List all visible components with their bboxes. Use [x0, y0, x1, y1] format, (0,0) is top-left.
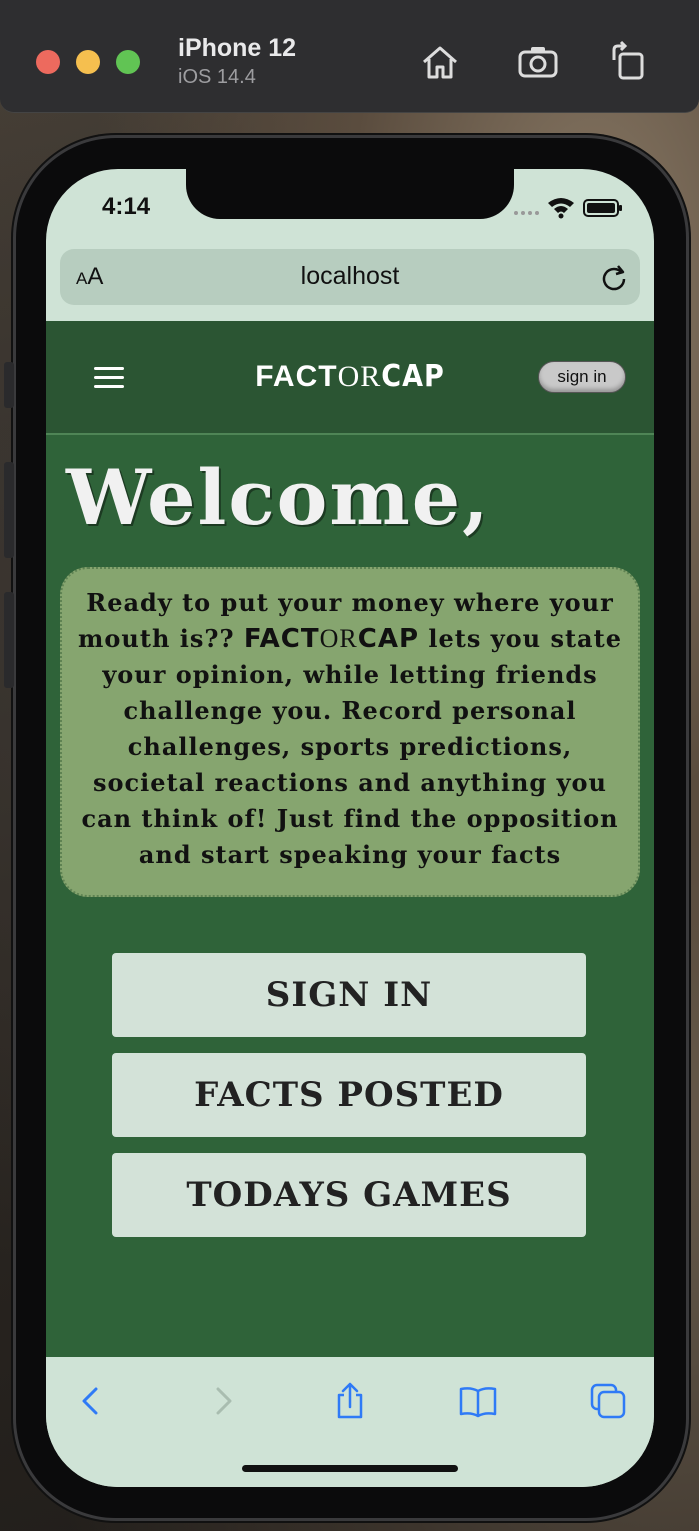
mute-switch — [4, 362, 14, 408]
forward-icon[interactable] — [202, 1381, 242, 1421]
tabs-icon[interactable] — [588, 1381, 628, 1421]
intro-brand-or: OR — [319, 624, 358, 653]
wifi-icon — [548, 198, 574, 219]
minimize-window-button[interactable] — [76, 50, 100, 74]
sign-in-button[interactable]: SIGN IN — [112, 953, 586, 1037]
logo-or: OR — [337, 360, 382, 393]
simulator-os-version: iOS 14.4 — [178, 66, 256, 88]
simulator-title-bar: iPhone 12 iOS 14.4 — [0, 0, 699, 113]
notch — [186, 169, 514, 219]
status-icons — [512, 195, 624, 219]
status-time: 4:14 — [102, 193, 151, 220]
intro-text-box: Ready to put your money where your mouth… — [60, 567, 640, 897]
zoom-window-button[interactable] — [116, 50, 140, 74]
intro-brand-cap: CAP — [357, 624, 419, 654]
home-indicator[interactable] — [242, 1465, 458, 1472]
welcome-heading: Welcome, — [66, 453, 491, 542]
phone-screen: 4:14 AA localhost FACTORCAP sign in Welc… — [46, 169, 654, 1487]
battery-icon — [583, 199, 622, 217]
back-icon[interactable] — [72, 1381, 112, 1421]
rotate-icon[interactable] — [606, 40, 650, 84]
simulator-device-name: iPhone 12 — [178, 34, 297, 62]
signal-icon — [514, 211, 539, 215]
facts-posted-button[interactable]: FACTS POSTED — [112, 1053, 586, 1137]
screenshot-icon[interactable] — [516, 40, 560, 84]
address-bar[interactable]: AA localhost — [60, 249, 640, 305]
home-icon[interactable] — [418, 40, 462, 84]
header-sign-in-button[interactable]: sign in — [538, 361, 626, 393]
logo-cap: CAP — [381, 359, 445, 394]
volume-down-button — [4, 592, 14, 688]
intro-brand: FACTORCAP — [244, 624, 419, 654]
web-page: FACTORCAP sign in Welcome, Ready to put … — [46, 321, 654, 1357]
intro-text-end: lets you state your opinion, while letti… — [81, 624, 622, 869]
site-header: FACTORCAP sign in — [46, 321, 654, 435]
intro-brand-fact: FACT — [243, 624, 320, 654]
logo-fact: FACT — [255, 360, 338, 393]
close-window-button[interactable] — [36, 50, 60, 74]
todays-games-button[interactable]: TODAYS GAMES — [112, 1153, 586, 1237]
url-text[interactable]: localhost — [60, 262, 640, 291]
share-icon[interactable] — [330, 1381, 370, 1421]
bookmarks-icon[interactable] — [458, 1381, 498, 1421]
reload-icon[interactable] — [600, 263, 628, 291]
volume-up-button — [4, 462, 14, 558]
